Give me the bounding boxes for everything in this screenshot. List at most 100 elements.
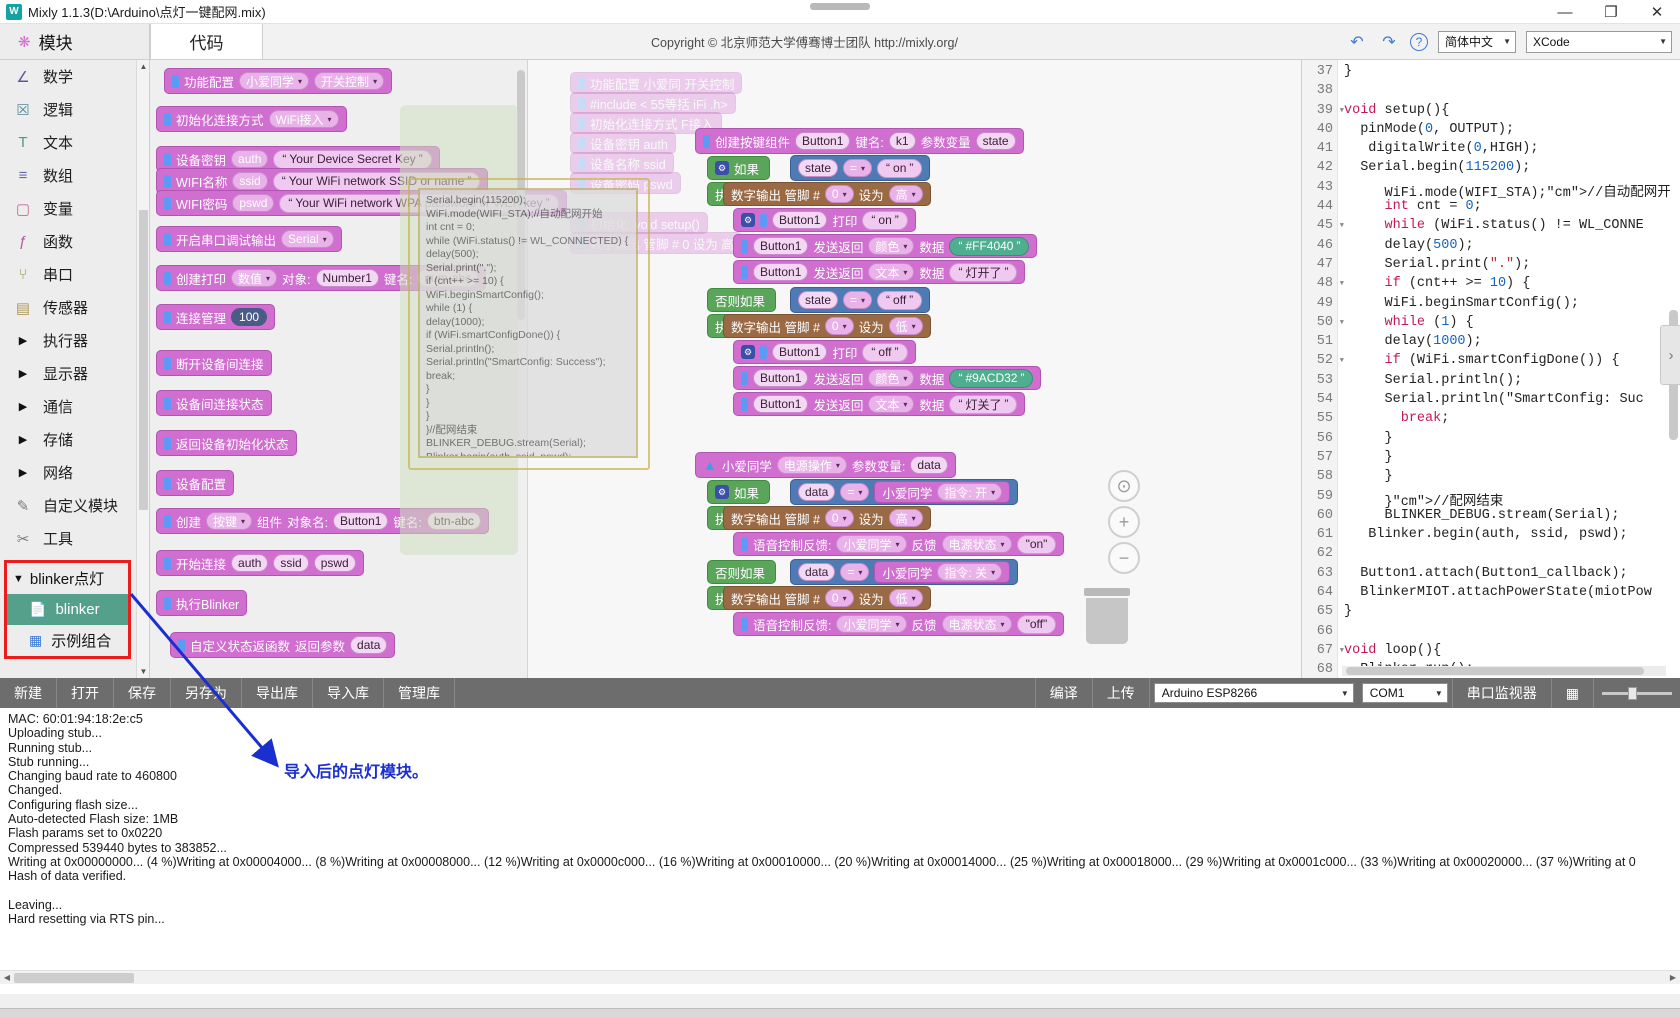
voice-feedback-block[interactable]: 语音控制反馈: 小爱同学反馈电源状态"off" <box>733 612 1065 636</box>
print-block[interactable]: ⚙ Button1 打印 “on” <box>733 208 916 232</box>
code-panel[interactable]: 37 38 39 ▼ 40 41 42 43 44 45 ▼ 46 47 48 ▼ 49 50 ▼ 51 52 ▼ 53 5… <box>1302 60 1680 678</box>
feedback-dropdown[interactable]: 电源状态 <box>941 615 1012 633</box>
send-value[interactable]: “#FF4040” <box>949 236 1030 256</box>
scroll-left-icon[interactable]: ◀ <box>0 971 14 985</box>
sidebar-item-1[interactable]: ☒ 逻辑 <box>0 93 149 126</box>
toolbar-button-1[interactable]: 打开 <box>57 678 114 708</box>
send-return-block[interactable]: Button1 发送返回文本数据 “灯开了” <box>733 260 1026 284</box>
level-dropdown[interactable]: 低 <box>888 589 923 607</box>
flyout-block-b16[interactable]: 自定义状态返函数 返回参数 data <box>170 632 396 658</box>
code-text[interactable]: } void setup(){ pinMode(0, OUTPUT); digit… <box>1338 60 1680 678</box>
block-field[interactable]: Button1 <box>333 512 389 530</box>
zoom-in-button[interactable]: + <box>1108 506 1140 538</box>
code-horizontal-scrollbar[interactable] <box>1342 666 1666 676</box>
voice-feedback-block[interactable]: 语音控制反馈: 小爱同学反馈电源状态"on" <box>733 532 1065 556</box>
flyout-block-b1[interactable]: 功能配置小爱同学开关控制 <box>164 68 393 94</box>
theme-select[interactable]: XCode ▼ <box>1526 30 1672 53</box>
sidebar-scroll-thumb[interactable] <box>139 210 148 510</box>
sidebar-item-blinker-group[interactable]: ▼ blinker点灯 <box>7 563 128 594</box>
source-dropdown[interactable]: 小爱同学 <box>836 615 907 633</box>
sidebar-item-14[interactable]: ✂ 工具 <box>0 522 149 555</box>
command-dropdown[interactable]: 指令: 开 <box>937 483 1003 501</box>
block-dropdown[interactable]: 开关控制 <box>314 72 385 90</box>
block-field[interactable]: ssid <box>232 172 268 190</box>
fold-arrow-icon[interactable]: ▼ <box>1340 280 1344 288</box>
digital-output-block[interactable]: 数字输出 管脚 # 0 设为低 <box>723 586 931 610</box>
fold-arrow-icon[interactable]: ▼ <box>1340 222 1344 230</box>
zoom-out-button[interactable]: − <box>1108 542 1140 574</box>
object-field[interactable]: Button1 <box>753 395 809 413</box>
kind-dropdown[interactable]: 颜色 <box>868 369 915 387</box>
minimize-button[interactable]: — <box>1542 0 1588 24</box>
block-field[interactable]: data <box>350 636 388 654</box>
variable-field[interactable]: data <box>798 483 836 501</box>
sidebar-item-blinker[interactable]: 📄 blinker <box>7 594 128 625</box>
flyout-block-b2[interactable]: 初始化连接方式 WiFi接入 <box>156 106 347 132</box>
voice-value[interactable]: "off" <box>1016 614 1057 634</box>
send-value[interactable]: “灯关了” <box>949 394 1018 414</box>
gear-icon[interactable]: ⚙ <box>715 161 729 175</box>
sidebar-item-6[interactable]: ⑂ 串口 <box>0 258 149 291</box>
pin-dropdown[interactable]: 0 <box>824 589 854 607</box>
sidebar-item-2[interactable]: T 文本 <box>0 126 149 159</box>
redo-icon[interactable]: ↷ <box>1378 31 1400 53</box>
block-number-value[interactable]: 100 <box>231 308 268 326</box>
print-block[interactable]: ⚙ Button1 打印 “off” <box>733 340 916 364</box>
console-output[interactable]: MAC: 60:01:94:18:2e:c5 Uploading stub... R… <box>0 708 1680 994</box>
flyout-block-b12[interactable]: 设备配置 <box>156 470 235 496</box>
variable-field[interactable]: state <box>798 291 839 309</box>
flyout-block-b8[interactable]: 连接管理 100 <box>156 304 276 330</box>
operator-dropdown[interactable]: = <box>843 291 873 309</box>
print-value[interactable]: “on” <box>862 210 908 230</box>
help-icon[interactable]: ? <box>1410 32 1428 51</box>
kind-dropdown[interactable]: 颜色 <box>868 237 915 255</box>
maximize-button[interactable]: ❐ <box>1588 0 1634 24</box>
block-field[interactable]: pswd <box>313 554 356 572</box>
sidebar-scrollbar[interactable]: ▲ ▼ <box>136 60 149 678</box>
sidebar-item-3[interactable]: ≡ 数组 <box>0 159 149 192</box>
console-horizontal-scrollbar[interactable]: ◀ ▶ <box>0 970 1680 984</box>
sidebar-item-12[interactable]: ▶ 网络 <box>0 456 149 489</box>
print-value[interactable]: “off” <box>862 342 908 362</box>
block-field[interactable]: auth <box>231 554 269 572</box>
block-dropdown[interactable]: 数值 <box>231 269 278 287</box>
gear-icon[interactable]: ⚙ <box>715 485 729 499</box>
condition-value[interactable]: “off” <box>877 290 923 310</box>
level-dropdown[interactable]: 高 <box>888 509 923 527</box>
command-block[interactable]: 小爱同学 指令: 开 <box>874 481 1011 503</box>
compile-button[interactable]: 编译 <box>1036 678 1093 708</box>
toolbar-button-5[interactable]: 导入库 <box>313 678 384 708</box>
chip-icon[interactable]: ▦ <box>1552 678 1594 708</box>
fold-arrow-icon[interactable]: ▼ <box>1340 357 1344 365</box>
toolbar-button-4[interactable]: 导出库 <box>242 678 313 708</box>
xiaoai-group-header[interactable]: ▲ 小爱同学电源操作参数变量: data <box>695 452 956 478</box>
undo-icon[interactable]: ↶ <box>1346 31 1368 53</box>
close-button[interactable]: ✕ <box>1634 0 1680 24</box>
operator-dropdown[interactable]: = <box>840 563 870 581</box>
sidebar-item-examples[interactable]: ▦ 示例组合 <box>7 625 128 656</box>
command-block[interactable]: 小爱同学 指令: 关 <box>874 561 1011 583</box>
send-value[interactable]: “灯开了” <box>949 262 1018 282</box>
toolbar-button-0[interactable]: 新建 <box>0 678 57 708</box>
variable-field[interactable]: data <box>798 563 836 581</box>
level-dropdown[interactable]: 高 <box>888 185 923 203</box>
sidebar-item-9[interactable]: ▶ 显示器 <box>0 357 149 390</box>
fold-arrow-icon[interactable]: ▼ <box>1340 107 1344 115</box>
sidebar-item-10[interactable]: ▶ 通信 <box>0 390 149 423</box>
sidebar-item-5[interactable]: ƒ 函数 <box>0 225 149 258</box>
blockly-workspace[interactable]: 功能配置小爱同学开关控制初始化连接方式WiFi接入设备密钥auth“Your D… <box>150 60 1302 678</box>
operator-dropdown[interactable]: = <box>840 483 870 501</box>
sidebar-item-11[interactable]: ▶ 存储 <box>0 423 149 456</box>
condition-value[interactable]: “on” <box>877 158 923 178</box>
flyout-block-b14[interactable]: 开始连接 auth ssid pswd <box>156 550 364 576</box>
send-return-block[interactable]: Button1 发送返回文本数据 “灯关了” <box>733 392 1026 416</box>
block-dropdown[interactable]: WiFi接入 <box>268 110 339 128</box>
language-select[interactable]: 简体中文 ▼ <box>1438 30 1516 53</box>
object-field[interactable]: Button1 <box>795 132 851 150</box>
sidebar-item-13[interactable]: ✎ 自定义模块 <box>0 489 149 522</box>
object-field[interactable]: Button1 <box>772 211 828 229</box>
send-value[interactable]: “#9ACD32” <box>949 368 1034 388</box>
command-dropdown[interactable]: 指令: 关 <box>937 563 1003 581</box>
pin-dropdown[interactable]: 0 <box>824 509 854 527</box>
digital-output-block[interactable]: 数字输出 管脚 # 0 设为高 <box>723 182 931 206</box>
